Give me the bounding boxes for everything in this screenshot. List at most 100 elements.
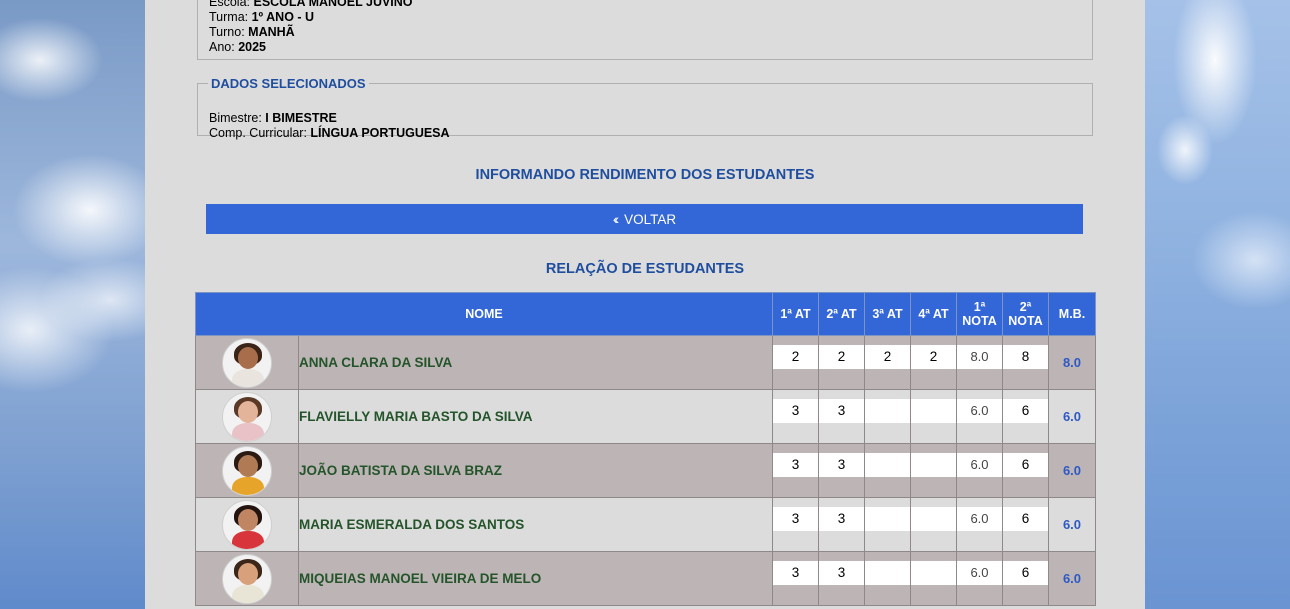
ano-line: Ano: 2025 <box>209 40 413 55</box>
grade-2-at-cell[interactable]: 3 <box>818 443 865 498</box>
grade-2-nota-cell[interactable]: 8 <box>1002 335 1049 390</box>
student-avatar <box>222 337 272 388</box>
student-avatar <box>222 553 272 604</box>
grade-4-at-cell[interactable] <box>910 497 957 552</box>
student-name: ANNA CLARA DA SILVA <box>298 335 773 390</box>
grade-4-at-input[interactable] <box>911 453 956 477</box>
grade-2-nota-input[interactable]: 6 <box>1003 561 1048 585</box>
header-1-nota: 1ª NOTA <box>956 292 1003 336</box>
table-row: MARIA ESMERALDA DOS SANTOS 3 3 6.0 6 6.0 <box>195 497 1096 552</box>
grade-3-at-cell[interactable] <box>864 497 911 552</box>
grade-1-nota-value: 6.0 <box>957 453 1002 477</box>
grade-2-at-input[interactable]: 3 <box>819 507 864 531</box>
student-name: MIQUEIAS MANOEL VIEIRA DE MELO <box>298 551 773 606</box>
grade-2-nota-input[interactable]: 6 <box>1003 399 1048 423</box>
escola-value: ESCOLA MANOEL JUVINO <box>253 0 413 9</box>
back-button[interactable]: ‹‹ VOLTAR <box>206 204 1083 234</box>
grade-1-at-cell[interactable]: 3 <box>772 389 819 444</box>
comp-curricular-value: LÍNGUA PORTUGUESA <box>310 126 450 140</box>
main-panel: Escola: ESCOLA MANOEL JUVINO Turma: 1º A… <box>145 0 1145 609</box>
mb-value: 6.0 <box>1048 551 1096 606</box>
grade-2-at-input[interactable]: 3 <box>819 561 864 585</box>
grade-1-nota-cell: 6.0 <box>956 497 1003 552</box>
bimestre-value: I BIMESTRE <box>265 111 337 125</box>
grade-4-at-cell[interactable] <box>910 389 957 444</box>
header-2-nota: 2ª NOTA <box>1002 292 1049 336</box>
grade-2-at-cell[interactable]: 3 <box>818 551 865 606</box>
header-nome: NOME <box>195 292 773 336</box>
grade-1-at-input[interactable]: 3 <box>773 561 818 585</box>
header-mb: M.B. <box>1048 292 1096 336</box>
grade-1-nota-value: 6.0 <box>957 399 1002 423</box>
grade-4-at-input[interactable]: 2 <box>911 345 956 369</box>
mb-value: 8.0 <box>1048 335 1096 390</box>
ano-label: Ano: <box>209 40 235 54</box>
grade-1-at-input[interactable]: 3 <box>773 453 818 477</box>
background-sky-left <box>0 0 145 609</box>
grade-1-at-input[interactable]: 2 <box>773 345 818 369</box>
grade-1-nota-cell: 6.0 <box>956 551 1003 606</box>
grade-3-at-cell[interactable] <box>864 389 911 444</box>
student-name: JOÃO BATISTA DA SILVA BRAZ <box>298 443 773 498</box>
header-1-nota-line2: NOTA <box>962 314 997 328</box>
grade-1-at-cell[interactable]: 3 <box>772 497 819 552</box>
student-avatar <box>222 445 272 496</box>
escola-line: Escola: ESCOLA MANOEL JUVINO <box>209 0 413 10</box>
grade-3-at-input[interactable] <box>865 561 910 585</box>
header-1-nota-line1: 1ª <box>973 300 986 314</box>
bimestre-label: Bimestre: <box>209 111 262 125</box>
grade-2-nota-input[interactable]: 6 <box>1003 453 1048 477</box>
back-button-label: VOLTAR <box>624 211 677 227</box>
ano-value: 2025 <box>238 40 267 54</box>
grade-4-at-input[interactable] <box>911 399 956 423</box>
grade-2-nota-cell[interactable]: 6 <box>1002 443 1049 498</box>
table-row: ANNA CLARA DA SILVA 2 2 2 2 8.0 8 8.0 <box>195 335 1096 390</box>
grade-4-at-input[interactable] <box>911 561 956 585</box>
table-row: JOÃO BATISTA DA SILVA BRAZ 3 3 6.0 6 6.0 <box>195 443 1096 498</box>
selected-data-legend: DADOS SELECIONADOS <box>211 76 366 91</box>
grade-1-at-cell[interactable]: 2 <box>772 335 819 390</box>
student-photo-cell <box>195 389 299 444</box>
turno-line: Turno: MANHÃ <box>209 25 413 40</box>
grade-2-at-cell[interactable]: 3 <box>818 389 865 444</box>
grade-3-at-cell[interactable] <box>864 443 911 498</box>
mb-value: 6.0 <box>1048 443 1096 498</box>
grade-2-nota-input[interactable]: 8 <box>1003 345 1048 369</box>
grade-2-nota-cell[interactable]: 6 <box>1002 389 1049 444</box>
grade-2-at-cell[interactable]: 3 <box>818 497 865 552</box>
table-row: MIQUEIAS MANOEL VIEIRA DE MELO 3 3 6.0 6… <box>195 551 1096 606</box>
grade-2-at-input[interactable]: 3 <box>819 453 864 477</box>
grade-1-at-input[interactable]: 3 <box>773 507 818 531</box>
grade-2-at-input[interactable]: 3 <box>819 399 864 423</box>
grade-1-nota-value: 6.0 <box>957 561 1002 585</box>
grade-3-at-input[interactable] <box>865 399 910 423</box>
grade-1-at-cell[interactable]: 3 <box>772 551 819 606</box>
grade-2-nota-cell[interactable]: 6 <box>1002 551 1049 606</box>
grade-3-at-cell[interactable]: 2 <box>864 335 911 390</box>
grade-3-at-input[interactable] <box>865 453 910 477</box>
grade-3-at-cell[interactable] <box>864 551 911 606</box>
student-avatar <box>222 499 272 550</box>
students-table: NOME 1ª AT 2ª AT 3ª AT 4ª AT 1ª NOTA 2ª … <box>195 292 1096 606</box>
student-photo-cell <box>195 497 299 552</box>
grade-4-at-cell[interactable]: 2 <box>910 335 957 390</box>
grade-4-at-input[interactable] <box>911 507 956 531</box>
grade-1-at-input[interactable]: 3 <box>773 399 818 423</box>
grade-4-at-cell[interactable] <box>910 551 957 606</box>
grade-4-at-cell[interactable] <box>910 443 957 498</box>
grade-3-at-input[interactable] <box>865 507 910 531</box>
escola-label: Escola: <box>209 0 250 9</box>
grade-2-nota-input[interactable]: 6 <box>1003 507 1048 531</box>
grade-1-nota-cell: 6.0 <box>956 443 1003 498</box>
grade-2-nota-cell[interactable]: 6 <box>1002 497 1049 552</box>
grade-2-at-cell[interactable]: 2 <box>818 335 865 390</box>
grade-1-at-cell[interactable]: 3 <box>772 443 819 498</box>
student-name: MARIA ESMERALDA DOS SANTOS <box>298 497 773 552</box>
grade-2-at-input[interactable]: 2 <box>819 345 864 369</box>
header-1-at: 1ª AT <box>772 292 819 336</box>
grade-1-nota-cell: 6.0 <box>956 389 1003 444</box>
comp-curricular-line: Comp. Curricular: LÍNGUA PORTUGUESA <box>209 126 450 141</box>
mb-value: 6.0 <box>1048 497 1096 552</box>
mb-value: 6.0 <box>1048 389 1096 444</box>
grade-3-at-input[interactable]: 2 <box>865 345 910 369</box>
